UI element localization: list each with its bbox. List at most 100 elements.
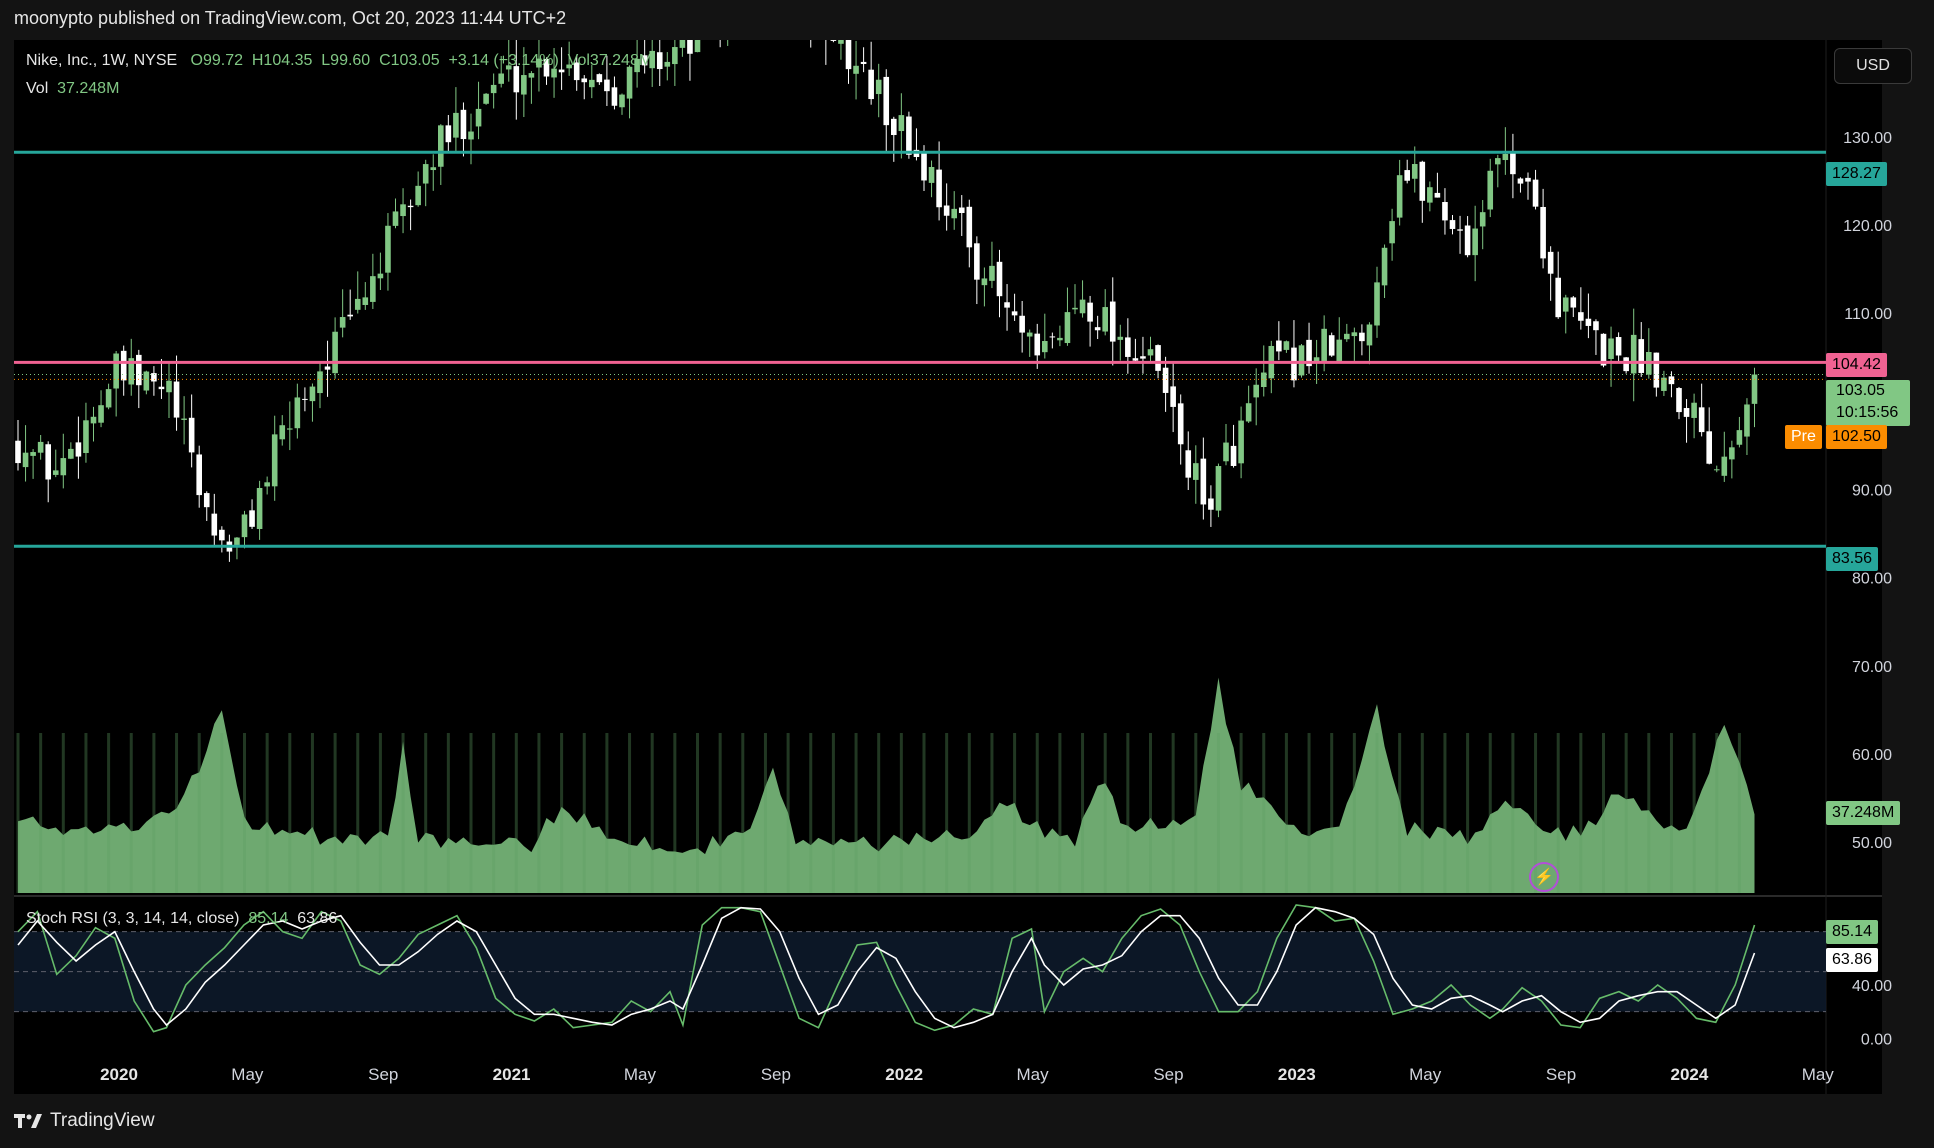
- candle-body: [287, 428, 293, 430]
- candle-body: [279, 425, 286, 440]
- candle-body: [1336, 339, 1343, 362]
- candle-body: [1427, 187, 1433, 203]
- candle-body: [1328, 335, 1335, 356]
- candle-body: [105, 389, 112, 408]
- candle-body: [1064, 312, 1071, 344]
- candle-body: [740, 8, 746, 19]
- support-label: 83.56: [1826, 547, 1879, 571]
- candle-body: [1676, 388, 1682, 413]
- candle-body: [581, 78, 588, 83]
- time-tick-label: 2021: [493, 1065, 531, 1084]
- volume-legend: Vol 37.248M: [26, 80, 119, 98]
- price-tick-label: 90.00: [1852, 483, 1892, 500]
- volume-bar: [696, 733, 699, 893]
- volume-bar: [152, 733, 156, 893]
- candle-body: [823, 9, 829, 39]
- candle-body: [830, 40, 837, 41]
- time-tick-label: May: [1802, 1065, 1835, 1084]
- candle-body: [1208, 498, 1214, 510]
- candle-body: [415, 185, 421, 206]
- lightning-icon[interactable]: ⚡: [1529, 862, 1559, 892]
- candle-body: [1419, 161, 1426, 201]
- volume-bar: [1488, 733, 1492, 893]
- candle-body: [347, 314, 353, 317]
- candle-body: [1366, 324, 1373, 346]
- candle-body: [113, 353, 119, 389]
- candle-body: [460, 109, 467, 140]
- volume-bar: [39, 733, 43, 893]
- candle-body: [1479, 212, 1486, 227]
- legend-close: C103.05: [379, 52, 440, 69]
- footer-brand[interactable]: TradingView: [14, 1110, 155, 1132]
- volume-bar: [107, 733, 111, 893]
- legend-change: +3.14 (+3.14%): [448, 52, 559, 69]
- chart-canvas[interactable]: 50.00 60.00 70.00 80.00 90.00 110.00 120.00 130…: [0, 0, 1934, 1148]
- candle-body: [1004, 302, 1010, 308]
- volume-bar: [401, 733, 405, 893]
- candle-body: [687, 40, 693, 54]
- time-tick-label: 2022: [885, 1065, 923, 1084]
- volume-bar: [1149, 733, 1152, 893]
- candle-body: [453, 112, 459, 138]
- candle-body: [1283, 341, 1290, 350]
- price-tick-label: 130.00: [1843, 130, 1892, 147]
- currency-button[interactable]: USD: [1834, 48, 1912, 84]
- time-tick-label: 2020: [100, 1065, 138, 1084]
- candle-body: [166, 380, 172, 393]
- candle-body: [1276, 340, 1282, 352]
- volume-bar: [1239, 733, 1243, 893]
- candle-body: [422, 164, 429, 184]
- last-price-value: 103.05: [1836, 382, 1885, 399]
- candle-body: [1298, 345, 1305, 376]
- candle-body: [1706, 431, 1712, 464]
- candle-body: [1215, 466, 1222, 511]
- candle-body: [1449, 220, 1456, 229]
- volume-bar: [310, 733, 314, 893]
- candle-body: [748, 0, 754, 14]
- candle-body: [1155, 345, 1161, 371]
- candle-body: [430, 167, 437, 171]
- candle-body: [37, 441, 44, 453]
- candle-body: [211, 513, 218, 536]
- candle-body: [1721, 456, 1728, 476]
- stoch-d-label: 63.86: [1826, 948, 1879, 972]
- volume-bar: [763, 733, 767, 893]
- volume-bar: [84, 733, 88, 893]
- legend-open: O99.72: [190, 52, 243, 69]
- candle-body: [1049, 336, 1056, 338]
- chart-screenshot: moonypto published on TradingView.com, O…: [0, 0, 1934, 1148]
- volume-bar: [514, 733, 518, 893]
- volume-bar: [1081, 733, 1085, 893]
- stoch-tick-label: 0.00: [1861, 1031, 1892, 1048]
- volume-bar: [1171, 733, 1175, 893]
- candle-body: [1117, 336, 1124, 340]
- candle-body: [1072, 307, 1078, 310]
- volume-bar: [1352, 733, 1356, 893]
- candle-body: [1291, 347, 1297, 381]
- candle-body: [203, 493, 210, 508]
- candle-body: [52, 470, 59, 475]
- time-tick-label: May: [624, 1065, 657, 1084]
- stoch-legend: Stoch RSI (3, 3, 14, 14, close) 85.14 63…: [26, 910, 337, 928]
- candle-body: [309, 386, 316, 402]
- candle-body: [256, 487, 263, 529]
- time-axis: 2020 May Sep 2021 May Sep 2022 May Sep 2023 May Sep…: [100, 1065, 1834, 1084]
- candle-body: [1442, 202, 1448, 221]
- stoch-k-label: 85.14: [1826, 920, 1879, 944]
- candle-body: [725, 5, 731, 30]
- candle-body: [1593, 321, 1599, 331]
- tradingview-logo-icon: [14, 1114, 42, 1128]
- symbol-legend: Nike, Inc., 1W, NYSE O99.72 H104.35 L99.…: [26, 52, 652, 70]
- time-tick-label: Sep: [1546, 1065, 1576, 1084]
- candle-body: [1396, 175, 1403, 218]
- legend-high: H104.35: [251, 52, 313, 69]
- candle-body: [1653, 352, 1660, 388]
- volume-bar: [378, 733, 382, 893]
- volume-bar: [650, 733, 654, 893]
- volume-bar: [129, 733, 133, 893]
- candle-body: [302, 398, 308, 400]
- candle-body: [1502, 153, 1509, 161]
- volume-bar: [537, 733, 541, 893]
- last-price-box: 103.05 10:15:56: [1826, 380, 1910, 426]
- candle-body: [943, 205, 950, 216]
